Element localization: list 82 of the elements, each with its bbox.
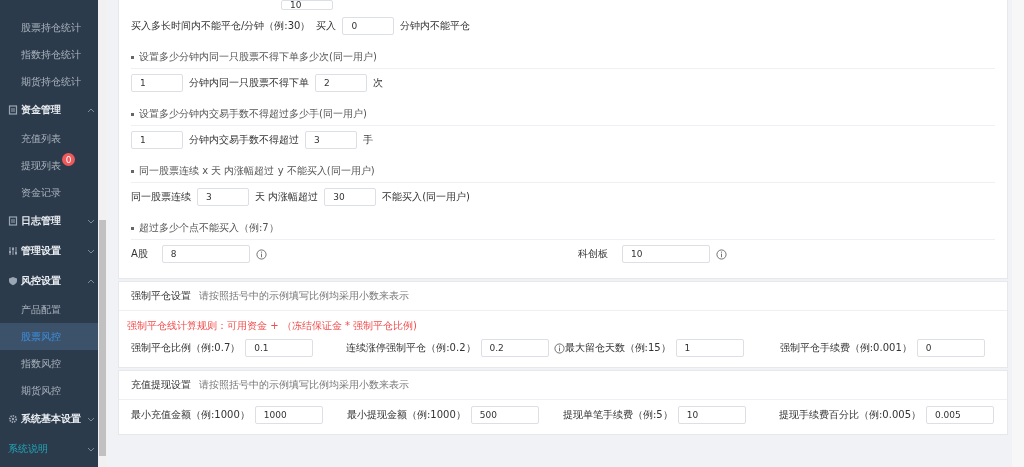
field-label: 强制平仓比例（例:0.7） [131,341,241,355]
section-hint: 请按照括号中的示例填写比例均采用小数来表示 [199,289,409,303]
chevron-icon [87,278,95,284]
menu-item[interactable]: 资金记录 [0,179,98,206]
chevron-icon [87,446,95,452]
field-label: 买入 [316,19,337,33]
menu-item[interactable]: 期货风控 [0,377,98,404]
text-input[interactable]: 3 [305,131,357,149]
text-input[interactable]: 10 [677,406,746,424]
text-input[interactable]: 1000 [254,406,323,424]
field-label: 科创板 [578,247,608,261]
text-input[interactable]: 500 [470,406,539,424]
section-title: 强制平仓设置 [131,289,191,303]
text-input[interactable]: 8 [161,245,250,263]
field-label: 连续涨停强制平仓（例:0.2） [346,341,476,355]
field-label: 分钟内交易手数不得超过 [189,133,299,147]
text-input[interactable]: 3 [197,188,249,206]
text-input[interactable]: 10 [281,0,333,10]
settings-icon [8,414,18,424]
menu-item[interactable]: 期货持仓统计 [0,68,98,95]
field-label: 天 内涨幅超过 [255,190,319,204]
rule-heading: 超过多少个点不能买入（例:7） [139,221,279,235]
field-label: 分钟内同一只股票不得下单 [189,76,309,90]
document-icon [8,216,18,226]
menu-item[interactable]: 充值列表 [0,125,98,152]
menu-group[interactable]: 系统说明 [0,434,98,464]
text-input[interactable]: 2 [315,74,367,92]
field-label: A股 [131,247,148,261]
chevron-icon [87,107,95,113]
bullet-icon [131,55,134,59]
scrollbar-thumb[interactable] [99,220,106,456]
section-title: 充值提现设置 [131,378,191,392]
menu-item[interactable]: 指数持仓统计 [0,41,98,68]
menu-item[interactable]: 提现列表 0 [0,152,98,179]
text-input[interactable]: 0 [916,339,985,357]
sliders-icon [8,246,18,256]
rule-note: 强制平仓线计算规则：可用资金 + （冻结保证金 * 强制平仓比例) [126,319,418,333]
menu-item[interactable]: 指数风控 [0,350,98,377]
bullet-icon [131,169,134,173]
field-label: 最小提现金额（例:1000） [347,408,466,422]
text-input[interactable]: 30 [324,188,377,206]
text-input[interactable]: 10 [622,245,710,263]
menu-group[interactable]: 系统基本设置 [0,404,98,434]
menu-item[interactable]: 产品配置 [0,296,98,323]
document-icon [8,105,18,115]
text-input[interactable]: 1 [131,131,183,149]
chevron-icon [87,416,95,422]
info-icon [716,248,727,260]
text-input[interactable]: 1 [675,339,744,357]
menu-group[interactable]: 资金管理 [0,95,98,125]
section-hint: 请按照括号中的示例填写比例均采用小数来表示 [199,378,409,392]
menu-group[interactable]: 日志管理 [0,206,98,236]
field-label: 最小充值金额（例:1000） [131,408,250,422]
info-icon [553,342,565,354]
text-input[interactable]: 0.005 [926,406,994,424]
field-label: 买入多长时间内不能平仓/分钟（例:30） [131,19,311,33]
text-input[interactable]: 0.2 [480,339,549,357]
field-label: 强制平仓手续费（例:0.001） [779,341,912,355]
field-label: 同一股票连续 [131,190,191,204]
shield-icon [8,276,18,286]
chevron-icon [87,218,95,224]
field-label: 不能买入(同一用户) [382,190,470,204]
field-label: 提现手续费百分比（例:0.005） [779,408,921,422]
field-label: 次 [373,76,383,90]
text-input[interactable]: 0 [342,17,395,35]
field-label: 手 [363,133,373,147]
field-label: 最大留仓天数（例:15） [564,341,671,355]
text-input[interactable]: 0.1 [245,339,314,357]
chevron-icon [87,248,95,254]
menu-item[interactable]: 股票持仓统计 [0,14,98,41]
field-label: 分钟内不能平仓 [400,19,471,33]
count-badge: 0 [62,153,75,166]
info-icon [255,248,267,260]
bullet-icon [131,112,134,116]
menu-group[interactable]: 风控设置 [0,266,98,296]
menu-group[interactable]: 管理设置 [0,236,98,266]
field-label: 提现单笔手续费（例:5） [563,408,673,422]
rule-heading: 同一股票连续 x 天 内涨幅超过 y 不能买入(同一用户) [139,164,375,178]
rule-heading: 设置多少分钟内交易手数不得超过多少手(同一用户) [139,107,367,121]
text-input[interactable]: 1 [131,74,183,92]
bullet-icon [131,226,134,230]
rule-heading: 设置多少分钟内同一只股票不得下单多少次(同一用户) [139,50,377,64]
